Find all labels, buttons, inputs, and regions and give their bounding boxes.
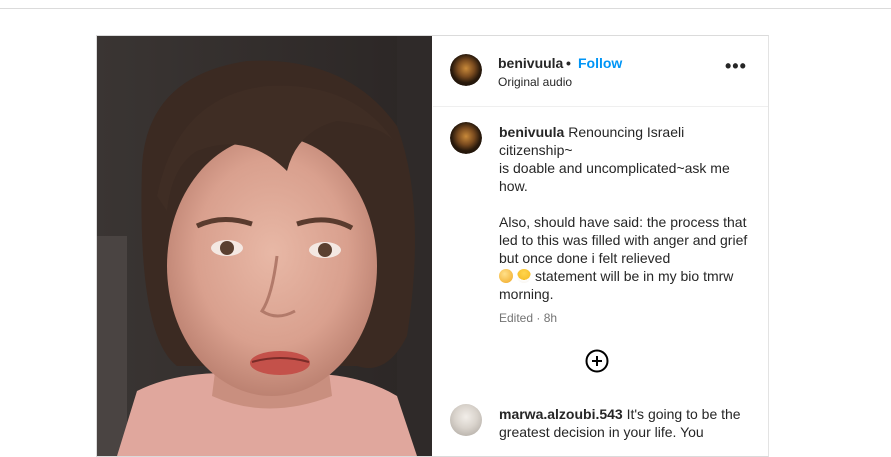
caption-username[interactable]: benivuula (499, 124, 564, 140)
relieved-face-emoji (499, 269, 513, 283)
edited-label: Edited (499, 311, 534, 325)
author-username[interactable]: benivuula (498, 55, 563, 71)
load-more-comments-button[interactable] (585, 349, 609, 373)
hatching-chick-emoji (517, 269, 531, 283)
commenter-username[interactable]: marwa.alzoubi.543 (499, 406, 623, 422)
video-frame-illustration (97, 36, 432, 456)
caption-spacer (499, 195, 749, 213)
top-divider (0, 8, 891, 9)
caption-author-avatar[interactable] (450, 122, 482, 154)
post-caption: benivuula Renouncing Israeli citizenship… (499, 123, 749, 303)
more-options-icon[interactable]: ••• (725, 57, 749, 80)
follow-button[interactable]: Follow (578, 55, 622, 71)
separator-dot: • (566, 55, 571, 71)
caption-line-4: statement will be in my bio tmrw morning… (499, 268, 734, 302)
post-video[interactable] (97, 36, 432, 456)
post-modal: benivuula • Follow Original audio ••• be… (96, 35, 769, 457)
avatar-image (450, 122, 482, 154)
caption-line-2: is doable and uncomplicated~ask me how. (499, 160, 730, 194)
post-details-panel: benivuula • Follow Original audio ••• be… (433, 36, 768, 456)
author-avatar[interactable] (450, 54, 482, 86)
avatar-image (450, 54, 482, 86)
post-time[interactable]: 8h (544, 311, 557, 325)
plus-circle-icon (585, 349, 609, 373)
commenter-avatar[interactable] (450, 404, 482, 436)
post-header: benivuula • Follow Original audio ••• (433, 36, 768, 107)
original-audio-link[interactable]: Original audio (498, 75, 572, 89)
caption-line-3: Also, should have said: the process that… (499, 214, 748, 266)
post-meta: Edited · 8h (499, 311, 557, 325)
comment-item: marwa.alzoubi.543 It's going to be the g… (499, 405, 754, 441)
meta-dot: · (536, 311, 541, 325)
